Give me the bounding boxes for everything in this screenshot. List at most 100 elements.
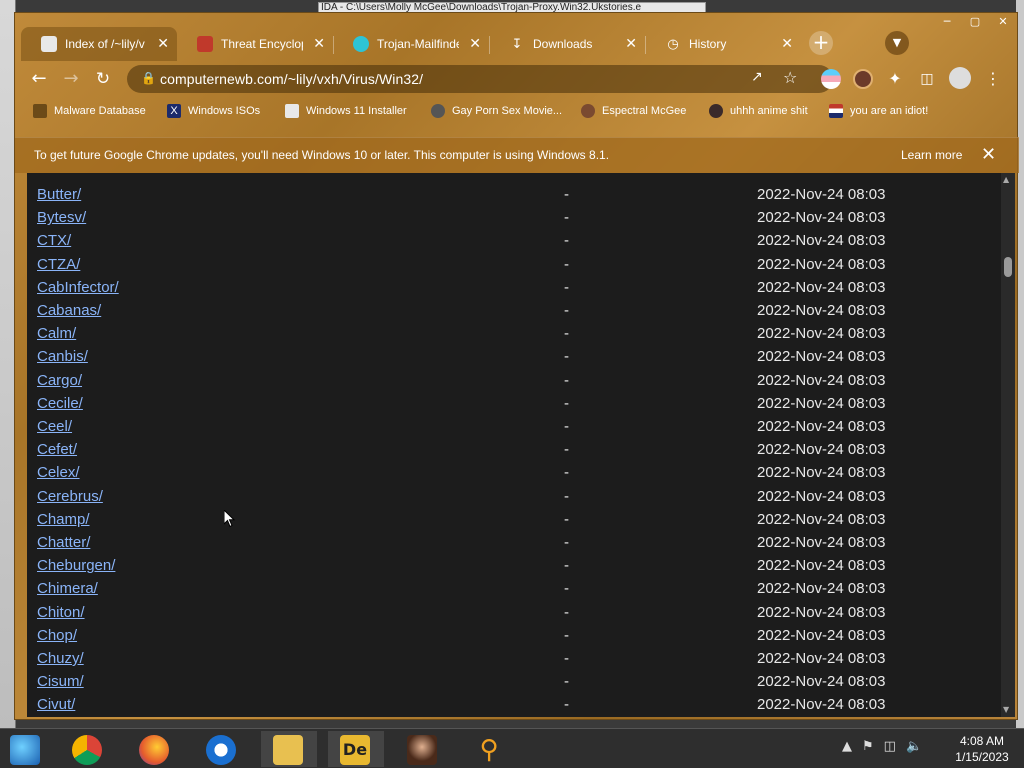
listing-row: Cabanas/ - 2022-Nov-24 08:03 bbox=[27, 300, 1001, 323]
directory-link[interactable]: Cargo/ bbox=[37, 372, 82, 389]
url-text[interactable]: computernewb.com/~lily/vxh/Virus/Win32/ bbox=[160, 71, 423, 87]
taskbar-portrait-app[interactable] bbox=[395, 731, 451, 767]
reload-button[interactable]: ↻ bbox=[91, 67, 115, 91]
scrollbar-thumb[interactable] bbox=[1004, 257, 1012, 277]
directory-link[interactable]: Chuzy/ bbox=[37, 650, 84, 667]
forward-button[interactable]: → bbox=[59, 67, 83, 91]
close-tab-icon[interactable]: ✕ bbox=[157, 36, 169, 50]
directory-link[interactable]: Ceel/ bbox=[37, 418, 72, 435]
chevron-up-icon[interactable]: ▲ bbox=[842, 739, 852, 754]
bookmark-windows-11-installer[interactable]: Windows 11 Installer bbox=[285, 102, 407, 120]
date-cell: 2022-Nov-24 08:03 bbox=[757, 255, 886, 273]
directory-link[interactable]: Bytesv/ bbox=[37, 209, 86, 226]
scroll-up-arrow-icon[interactable]: ▲ bbox=[1003, 175, 1009, 184]
directory-link[interactable]: Cabanas/ bbox=[37, 302, 101, 319]
directory-link[interactable]: Chiton/ bbox=[37, 604, 85, 621]
date-cell: 2022-Nov-24 08:03 bbox=[757, 464, 886, 482]
listing-row: Chuzy/ - 2022-Nov-24 08:03 bbox=[27, 648, 1001, 671]
volume-icon[interactable]: 🔈 bbox=[906, 739, 922, 754]
chrome-icon bbox=[72, 735, 102, 765]
tab-search-button[interactable]: ▼ bbox=[885, 31, 909, 55]
tab-index[interactable]: Index of /~lily/v ✕ bbox=[21, 27, 177, 61]
listing-row: Chop/ - 2022-Nov-24 08:03 bbox=[27, 625, 1001, 648]
lock-icon[interactable]: 🔒 bbox=[141, 71, 156, 85]
directory-listing: Butter/ - 2022-Nov-24 08:03 Bytesv/ - 2022-No… bbox=[27, 173, 1001, 717]
close-tab-icon[interactable]: ✕ bbox=[781, 36, 793, 50]
directory-link[interactable]: Cheburgen/ bbox=[37, 557, 115, 574]
taskbar-chrome[interactable] bbox=[60, 731, 116, 767]
bookmark-star-icon[interactable]: ☆ bbox=[783, 68, 797, 87]
listing-row: Calm/ - 2022-Nov-24 08:03 bbox=[27, 323, 1001, 346]
bookmark-malware-database[interactable]: Malware Database bbox=[33, 102, 146, 120]
directory-link[interactable]: Cisum/ bbox=[37, 673, 84, 690]
taskbar-clock[interactable]: 4:08 AM 1/15/2023 bbox=[944, 733, 1020, 765]
address-bar[interactable]: 🔒 computernewb.com/~lily/vxh/Virus/Win32… bbox=[127, 65, 833, 93]
directory-link[interactable]: Chop/ bbox=[37, 627, 77, 644]
bookmark-uhhh-anime-shit[interactable]: uhhh anime shit bbox=[709, 102, 808, 120]
tab-downloads[interactable]: ↧ Downloads ✕ bbox=[489, 27, 645, 61]
directory-link[interactable]: Cecile/ bbox=[37, 395, 83, 412]
extensions-puzzle-icon[interactable]: ✦ bbox=[883, 67, 907, 91]
share-icon[interactable]: ↗ bbox=[751, 69, 763, 85]
taskbar-search[interactable]: ⚲ bbox=[462, 731, 518, 767]
side-panel-icon[interactable]: ◫ bbox=[915, 67, 939, 91]
taskbar-firefox[interactable] bbox=[127, 731, 183, 767]
tab-threat-encyclopedia[interactable]: Threat Encyclope ✕ bbox=[177, 27, 333, 61]
learn-more-link[interactable]: Learn more bbox=[901, 148, 962, 162]
directory-link[interactable]: CabInfector/ bbox=[37, 279, 119, 296]
date-cell: 2022-Nov-24 08:03 bbox=[757, 580, 886, 598]
flag-favicon bbox=[829, 104, 843, 118]
directory-link[interactable]: CTZA/ bbox=[37, 256, 80, 273]
close-infobar-icon[interactable]: ✕ bbox=[981, 144, 996, 165]
directory-link[interactable]: Cerebrus/ bbox=[37, 488, 103, 505]
scroll-down-arrow-icon[interactable]: ▼ bbox=[1003, 705, 1009, 714]
size-cell: - bbox=[564, 418, 569, 435]
flag-icon[interactable]: ⚑ bbox=[862, 739, 874, 754]
avatar-extension-icon[interactable] bbox=[853, 69, 873, 89]
network-icon[interactable]: ◫ bbox=[884, 739, 896, 754]
directory-link[interactable]: Chimera/ bbox=[37, 580, 98, 597]
bookmark-espectral-mcgee[interactable]: Espectral McGee bbox=[581, 102, 686, 120]
bookmark-label: Gay Porn Sex Movie... bbox=[452, 105, 563, 117]
back-button[interactable]: ← bbox=[27, 67, 51, 91]
directory-link[interactable]: Chatter/ bbox=[37, 534, 90, 551]
bookmark-label: Malware Database bbox=[54, 105, 146, 117]
directory-link[interactable]: Calm/ bbox=[37, 325, 76, 342]
date-cell: 2022-Nov-24 08:03 bbox=[757, 650, 886, 667]
close-tab-icon[interactable]: ✕ bbox=[469, 36, 481, 50]
profile-avatar-icon[interactable] bbox=[949, 67, 971, 89]
directory-link[interactable]: Champ/ bbox=[37, 511, 90, 528]
bookmark-windows-isos[interactable]: X Windows ISOs bbox=[167, 102, 260, 120]
taskbar-opera[interactable] bbox=[194, 731, 250, 767]
bookmark-label: Espectral McGee bbox=[602, 105, 687, 117]
vertical-scrollbar[interactable]: ▲ ▼ bbox=[1001, 173, 1015, 717]
trans-flag-extension-icon[interactable] bbox=[821, 69, 841, 89]
bookmark-label: Windows 11 Installer bbox=[306, 105, 407, 117]
directory-link[interactable]: Celex/ bbox=[37, 464, 80, 481]
directory-link[interactable]: Cefet/ bbox=[37, 441, 77, 458]
taskbar-delphi[interactable]: De bbox=[328, 731, 384, 767]
bookmark-you-are-an-idiot[interactable]: you are an idiot! bbox=[829, 102, 928, 120]
tab-history[interactable]: ◷ History ✕ bbox=[645, 27, 801, 61]
menu-kebab-icon[interactable]: ⋮ bbox=[981, 67, 1005, 91]
directory-link[interactable]: Canbis/ bbox=[37, 348, 88, 365]
directory-link[interactable]: CTX/ bbox=[37, 232, 71, 249]
size-cell: - bbox=[564, 534, 569, 551]
tab-trojan-mailfinder[interactable]: Trojan-Mailfinde ✕ bbox=[333, 27, 489, 61]
listing-row: Cerebrus/ - 2022-Nov-24 08:03 bbox=[27, 486, 1001, 509]
directory-link[interactable]: Butter/ bbox=[37, 186, 81, 203]
size-cell: - bbox=[564, 487, 569, 505]
date-cell: 2022-Nov-24 08:03 bbox=[757, 418, 886, 435]
taskbar-file-explorer[interactable] bbox=[261, 731, 317, 767]
close-tab-icon[interactable]: ✕ bbox=[625, 36, 637, 50]
date-cell: 2022-Nov-24 08:03 bbox=[757, 557, 886, 575]
directory-link[interactable]: Civut/ bbox=[37, 696, 75, 713]
start-button[interactable] bbox=[0, 731, 56, 767]
close-tab-icon[interactable]: ✕ bbox=[313, 36, 325, 50]
date-cell: 2022-Nov-24 08:03 bbox=[757, 626, 886, 644]
bookmark-gay-porn-sex-movie[interactable]: Gay Porn Sex Movie... bbox=[431, 102, 562, 120]
listing-row: CabInfector/ - 2022-Nov-24 08:03 bbox=[27, 277, 1001, 300]
new-tab-button[interactable]: + bbox=[809, 31, 833, 55]
tab-label: Threat Encyclope bbox=[221, 37, 303, 51]
page-favicon bbox=[285, 104, 299, 118]
